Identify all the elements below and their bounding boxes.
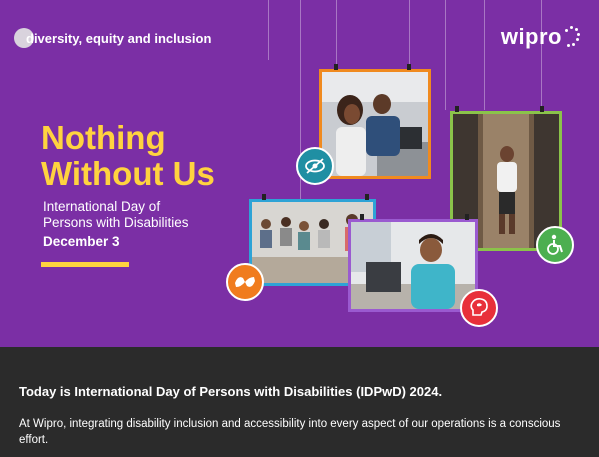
photo-clip — [334, 64, 338, 70]
subtitle-line-2: Persons with Disabilities — [43, 215, 189, 230]
speech-head-icon — [460, 289, 498, 327]
wipro-dots-icon — [565, 26, 580, 48]
event-date: December 3 — [43, 234, 120, 249]
hero-banner: diversity, equity and inclusion wipro No… — [0, 0, 599, 347]
laptop-scene-image — [351, 222, 475, 309]
eye-slash-icon — [296, 147, 334, 185]
message-body: At Wipro, integrating disability inclusi… — [19, 418, 561, 446]
dei-logo: diversity, equity and inclusion — [14, 28, 211, 48]
photo-office-colleagues — [319, 69, 431, 179]
headline: Nothing Without Us — [41, 120, 215, 192]
office-scene-image — [322, 72, 428, 176]
photo-clip — [465, 214, 469, 220]
photo-clip — [455, 106, 459, 112]
subtitle-line-1: International Day of — [43, 199, 161, 214]
photo-clip — [407, 64, 411, 70]
message-section: Today is International Day of Persons wi… — [0, 347, 599, 457]
headline-line-2: Without Us — [41, 155, 215, 192]
hanging-string — [409, 0, 410, 70]
wipro-wordmark: wipro — [500, 24, 562, 49]
headline-line-1: Nothing — [41, 119, 166, 156]
hanging-string — [268, 0, 269, 60]
photo-clip — [365, 194, 369, 200]
wipro-logo: wipro — [500, 24, 580, 50]
event-subtitle: International Day of Persons with Disabi… — [43, 199, 189, 231]
photo-clip — [540, 106, 544, 112]
message-title: Today is International Day of Persons wi… — [19, 384, 443, 399]
hanging-string — [541, 0, 542, 110]
hanging-string — [445, 0, 446, 110]
dei-label: diversity, equity and inclusion — [26, 30, 212, 46]
wheelchair-icon — [536, 226, 574, 264]
photo-clip — [360, 214, 364, 220]
hanging-string — [484, 0, 485, 110]
sign-language-icon — [226, 263, 264, 301]
photo-clip — [262, 194, 266, 200]
hanging-string — [336, 0, 337, 70]
photo-man-laptop — [348, 219, 478, 312]
accent-underline — [41, 262, 129, 267]
